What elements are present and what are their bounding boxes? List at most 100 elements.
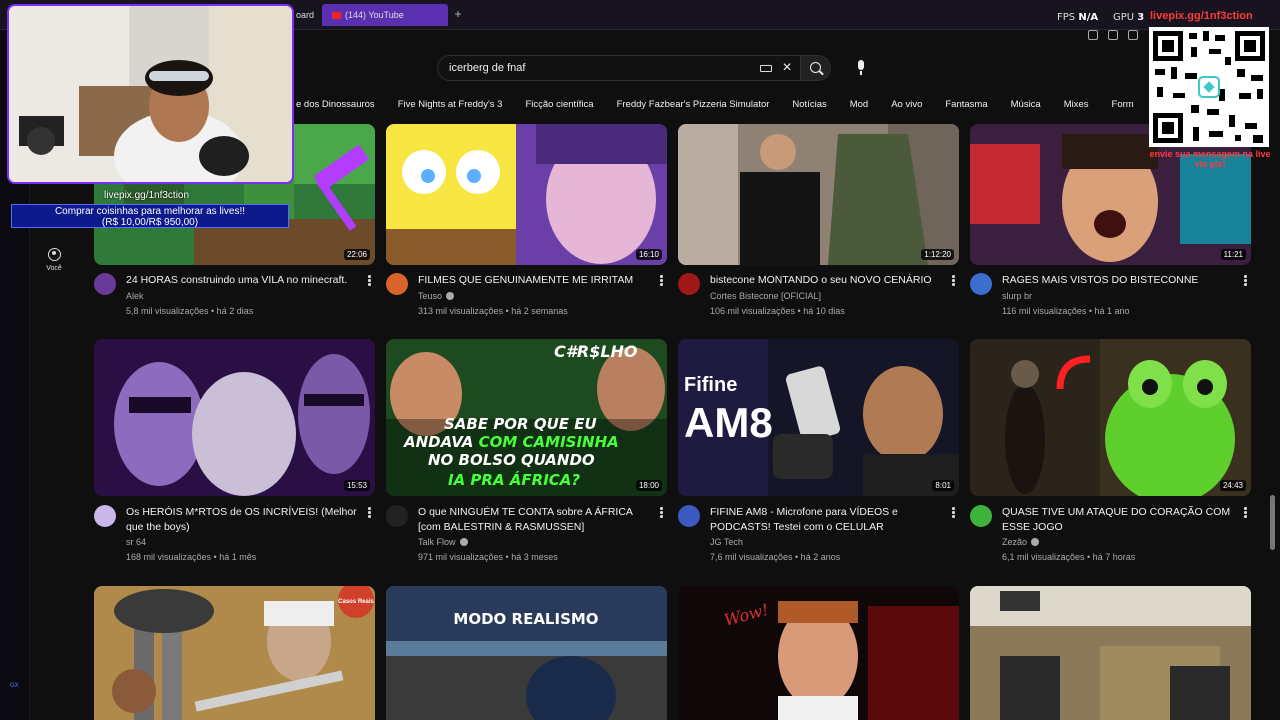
channel-avatar[interactable] [678,505,700,527]
channel-name-text: slurp br [1002,291,1033,301]
video-title[interactable]: O que NINGUÉM TE CONTA sobre A ÁFRICA [c… [418,505,653,535]
clear-search-icon[interactable]: × [779,60,795,76]
channel-name-text: Teuso [418,291,443,301]
video-title[interactable]: FILMES QUE GENUINAMENTE ME IRRITAM [418,273,653,288]
thumbnail-image: Wow! [678,586,959,720]
close-window-icon[interactable] [1128,30,1138,40]
video-duration: 8:01 [932,480,954,491]
video-thumbnail[interactable]: C#R$LHO SABE POR QUE EU ANDAVA COM CAMIS… [386,339,667,496]
video-title[interactable]: QUASE TIVE UM ATAQUE DO CORAÇÃO COM ESSE… [1002,505,1237,535]
video-title[interactable]: Os HERÓIS M*RTOS de OS INCRÍVEIS! (Melho… [126,505,361,535]
filter-chip[interactable]: Form [1112,95,1134,115]
channel-name-text: Cortes Bistecone [OFICIAL] [710,291,822,301]
thumbnail-image [678,124,959,265]
screen: oard (144) YouTube + FPS N/A GPU 3 icerb… [0,0,1280,720]
channel-name[interactable]: Talk Flow [418,537,468,547]
pin-icon[interactable] [1088,30,1098,40]
sidebar-item-you[interactable]: Você [38,248,70,272]
filter-chip[interactable]: Música [1011,95,1041,115]
channel-name[interactable]: JG Tech [710,537,743,547]
video-thumbnail[interactable]: 16:10 [386,124,667,265]
channel-name[interactable]: Zezão [1002,537,1040,547]
tab-dashboard[interactable]: oard [296,4,322,26]
video-meta: bistecone MONTANDO o seu NOVO CENÁRIO Co… [678,273,959,347]
video-thumbnail[interactable]: Casos Reais [94,586,375,720]
more-options-icon[interactable] [368,507,372,519]
video-stats: 6,1 mil visualizações • há 7 horas [1002,552,1136,562]
voice-search-icon[interactable] [852,58,872,78]
qr-code-image [1149,27,1269,147]
channel-avatar[interactable] [94,505,116,527]
channel-avatar[interactable] [386,273,408,295]
filter-chip[interactable]: Fantasma [945,95,987,115]
channel-avatar[interactable] [678,273,700,295]
thumbnail-caption: SABE POR QUE EU [444,415,597,433]
search-button[interactable] [801,55,831,81]
gpu-label: GPU [1113,12,1135,23]
search-box[interactable]: icerberg de fnaf × [437,55,801,81]
channel-name[interactable]: slurp br [1002,291,1032,301]
channel-name[interactable]: Alek [126,291,144,301]
tab-dashboard-label: oard [296,10,315,20]
qr-code [1149,27,1269,147]
video-stats: 971 mil visualizações • há 3 meses [418,552,558,562]
more-options-icon[interactable] [660,275,664,287]
video-thumbnail[interactable]: 1:12:20 [678,124,959,265]
search-input[interactable]: icerberg de fnaf [449,62,525,74]
channel-avatar[interactable] [970,273,992,295]
video-stats: 313 mil visualizações • há 2 semanas [418,306,568,316]
video-duration: 22:06 [343,249,370,260]
page-scrollbar[interactable] [1270,495,1275,550]
video-thumbnail[interactable]: 15:53 [94,339,375,496]
keyboard-icon[interactable] [760,65,772,72]
filter-chip[interactable]: Freddy Fazbear's Pizzeria Simulator [617,95,770,115]
filter-chip[interactable]: e dos Dinossauros [296,95,375,115]
video-thumbnail[interactable]: Fifine AM8 8:01 [678,339,959,496]
bookmark-icon[interactable] [1108,30,1118,40]
tab-youtube-label: (144) YouTube [345,10,404,20]
filter-chip[interactable]: Five Nights at Freddy's 3 [398,95,503,115]
video-stats: 7,6 mil visualizações • há 2 anos [710,552,841,562]
video-thumbnail[interactable]: 24:43 [970,339,1251,496]
channel-avatar[interactable] [970,505,992,527]
more-options-icon[interactable] [1244,507,1248,519]
video-thumbnail[interactable]: Wow! [678,586,959,720]
more-options-icon[interactable] [660,507,664,519]
tab-youtube[interactable]: (144) YouTube [322,4,448,26]
video-thumbnail[interactable]: MODO REALISMO [386,586,667,720]
video-meta: 24 HORAS construindo uma VILA no minecra… [94,273,375,347]
thumbnail-caption: AM8 [684,399,773,446]
filter-chip[interactable]: Ficção científica [525,95,593,115]
video-title[interactable]: FIFINE AM8 - Microfone para VÍDEOS e POD… [710,505,945,535]
channel-name[interactable]: Teuso [418,291,455,301]
filter-chip[interactable]: Ao vivo [891,95,922,115]
qr-title: livepix.gg/1nf3ction [1150,10,1253,22]
video-duration: 16:10 [635,249,662,260]
thumbnail-image: Fifine AM8 [678,339,959,496]
channel-name[interactable]: Cortes Bistecone [OFICIAL] [710,291,821,301]
filter-chip[interactable]: Notícias [792,95,826,115]
more-options-icon[interactable] [952,275,956,287]
more-options-icon[interactable] [952,507,956,519]
fps-label: FPS [1057,12,1076,23]
more-options-icon[interactable] [1244,275,1248,287]
new-tab-button[interactable]: + [452,8,464,22]
verified-icon [459,538,468,546]
channel-avatar[interactable] [94,273,116,295]
channel-name[interactable]: sr 64 [126,537,146,547]
thumbnail-caption-highlight: COM CAMISINHA [479,433,619,451]
video-title[interactable]: RAGES MAIS VISTOS DO BISTECONNE [1002,273,1237,288]
filter-chip[interactable]: Mod [850,95,868,115]
video-thumbnail[interactable] [970,586,1251,720]
video-title[interactable]: bistecone MONTANDO o seu NOVO CENÁRIO [710,273,945,288]
gpu-value: 3 [1137,12,1145,23]
thumbnail-caption: ANDAVA COM CAMISINHA [403,433,619,451]
video-meta: QUASE TIVE UM ATAQUE DO CORAÇÃO COM ESSE… [970,505,1251,579]
more-options-icon[interactable] [368,275,372,287]
filter-chip[interactable]: Mixes [1064,95,1089,115]
thumbnail-image [970,339,1251,496]
channel-avatar[interactable] [386,505,408,527]
video-title[interactable]: 24 HORAS construindo uma VILA no minecra… [126,273,361,288]
video-stats: 116 mil visualizações • há 1 ano [1002,306,1130,316]
sidebar-item-label: Você [46,265,62,272]
